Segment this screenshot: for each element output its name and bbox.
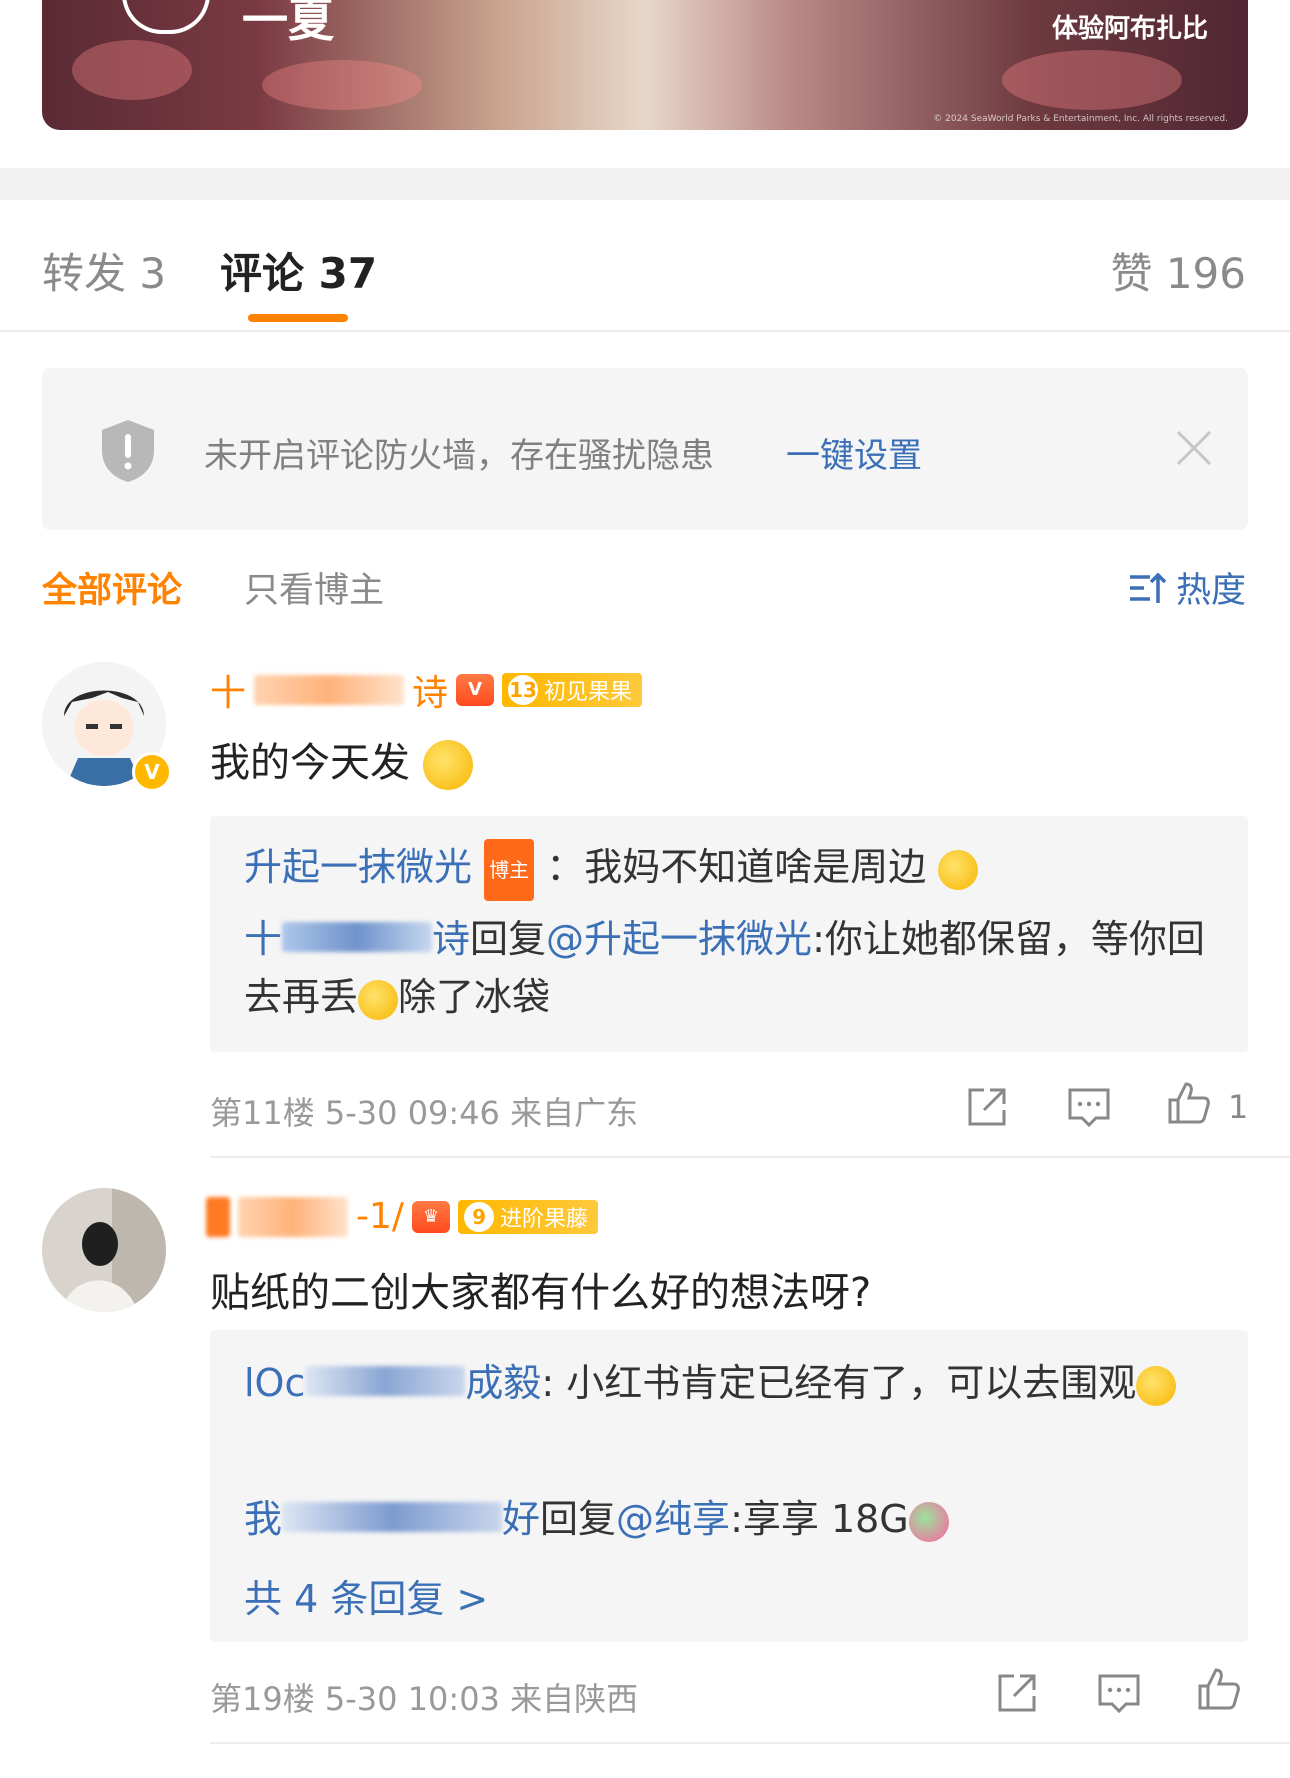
notice-text: 未开启评论防火墙，存在骚扰隐患 — [204, 436, 714, 476]
comment-text: 贴纸的二创大家都有什么好的想法呀? — [210, 1270, 872, 1316]
tab-like[interactable]: 赞 196 — [1110, 240, 1246, 301]
banner-copyright: © 2024 SeaWorld Parks & Entertainment, I… — [933, 114, 1228, 124]
reply-text: : 小红书肯定已经有了，可以去围观 — [541, 1361, 1137, 1405]
reply-item[interactable]: 十诗回复@升起一抹微光:你让她都保留，等你回去再丢 除了冰袋 — [244, 910, 1224, 1026]
mention-link[interactable]: @升起一抹微光 — [546, 917, 812, 961]
reply-username-end[interactable]: 成毅 — [465, 1361, 541, 1405]
username-redacted — [305, 1366, 466, 1396]
reply-text: ：我妈不知道啥是周边 — [546, 845, 927, 889]
reply-username-end[interactable]: 诗 — [432, 917, 470, 961]
crying-emoji-icon — [358, 979, 399, 1020]
view-more-replies-link[interactable]: 共 4 条回复 > — [244, 1568, 488, 1623]
username-redacted — [254, 675, 405, 705]
username-redacted — [238, 1196, 348, 1237]
reply-username-start[interactable]: 十 — [244, 917, 282, 961]
sort-button[interactable]: 热度 — [1128, 562, 1246, 613]
comment-meta: 第11楼 5-30 09:46 来自广东 — [210, 1094, 639, 1132]
reply-username[interactable]: 升起一抹微光 — [244, 845, 472, 889]
banner-decoration — [262, 60, 422, 110]
comment-meta: 第19楼 5-30 10:03 来自陕西 — [210, 1680, 639, 1718]
comment-icon[interactable] — [1066, 1084, 1112, 1130]
active-tab-indicator — [248, 314, 348, 322]
avatar[interactable] — [42, 1188, 166, 1312]
like-count: 1 — [1228, 1088, 1249, 1126]
reply-text: :享享 18G — [730, 1497, 909, 1541]
dizzy-emoji-icon — [938, 849, 979, 890]
host-tag: 博主 — [484, 838, 535, 901]
tab-comment[interactable]: 评论 37 — [220, 240, 377, 301]
mention-link[interactable]: @纯享 — [616, 1497, 730, 1541]
reply-username-start[interactable]: 我 — [244, 1497, 282, 1541]
one-click-setup-link[interactable]: 一键设置 — [786, 428, 922, 477]
share-icon[interactable] — [964, 1084, 1010, 1130]
reply-item[interactable]: 升起一抹微光 博主 ：我妈不知道啥是周边 — [244, 838, 1224, 901]
sort-label: 热度 — [1175, 571, 1246, 611]
reply-username-start[interactable]: lOc — [244, 1361, 305, 1405]
tabs-divider — [0, 330, 1290, 332]
close-icon[interactable] — [1174, 428, 1214, 468]
banner-cta: 体验阿布扎比 — [1051, 14, 1208, 44]
vip-crown-icon: V — [456, 674, 495, 706]
verified-badge-icon: V — [132, 752, 172, 792]
section-divider — [0, 168, 1290, 200]
reply-word: 回复 — [470, 917, 547, 961]
filter-host-only[interactable]: 只看博主 — [244, 562, 384, 613]
surprised-emoji-icon — [1136, 1365, 1177, 1406]
username-end: 诗 — [412, 673, 449, 714]
comment-icon[interactable] — [1096, 1670, 1142, 1716]
comment-username[interactable]: 十 诗 V 13 初见果果 — [210, 664, 643, 716]
ad-banner[interactable]: 一夏 体验阿布扎比 © 2024 SeaWorld Parks & Entert… — [42, 0, 1248, 130]
comment-username[interactable]: -1/ ♛ 9 进阶果藤 — [206, 1196, 599, 1237]
fan-level-badge: 13 初见果果 — [502, 673, 643, 707]
like-icon[interactable] — [1166, 1080, 1212, 1126]
shield-icon — [102, 420, 154, 482]
reply-word: 回复 — [540, 1497, 617, 1541]
comment-text: 我的今天发 — [210, 730, 473, 790]
vip-crown-icon: ♛ — [412, 1200, 451, 1233]
username-end: -1/ — [356, 1196, 405, 1237]
avatar-image — [42, 1188, 166, 1312]
banner-decoration — [1002, 50, 1182, 110]
fan-level-badge: 9 进阶果藤 — [458, 1199, 599, 1234]
username-redacted — [206, 1196, 230, 1237]
username-redacted — [282, 922, 433, 952]
comment-divider — [210, 1742, 1290, 1744]
sort-icon — [1129, 572, 1166, 603]
reply-item[interactable]: 我 好回复@纯享:享享 18G — [244, 1490, 1224, 1548]
username-start: 十 — [210, 673, 247, 714]
comment-divider — [210, 1156, 1290, 1158]
tab-forward[interactable]: 转发 3 — [42, 240, 166, 301]
banner-decoration — [72, 40, 192, 100]
banner-logo-icon — [122, 0, 210, 34]
share-icon[interactable] — [994, 1670, 1040, 1716]
filter-all-comments[interactable]: 全部评论 — [42, 562, 182, 613]
reply-username-end[interactable]: 好 — [502, 1497, 540, 1541]
reply-item[interactable]: lOc 成毅: 小红书肯定已经有了，可以去围观 — [244, 1354, 1224, 1412]
surfer-emoji-icon — [908, 1501, 949, 1542]
reply-text-tail: 除了冰袋 — [398, 975, 551, 1019]
like-icon[interactable] — [1196, 1666, 1242, 1712]
username-redacted — [282, 1502, 503, 1532]
laugh-cry-emoji-icon — [422, 740, 473, 790]
banner-title: 一夏 — [242, 0, 334, 47]
